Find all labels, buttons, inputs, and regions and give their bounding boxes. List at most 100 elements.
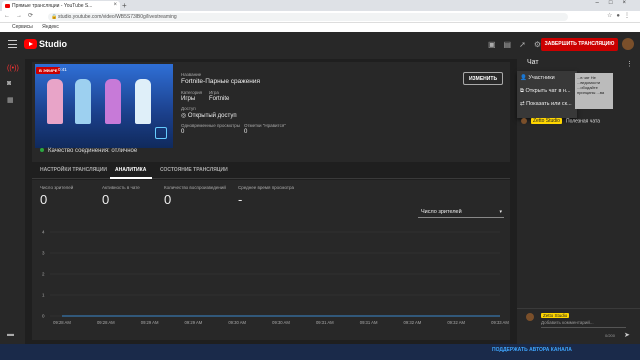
edit-button[interactable]: ИЗМЕНИТЬ [463, 72, 503, 85]
stat-value: - [238, 192, 243, 207]
preview-button [155, 127, 167, 139]
x-tick-label: 09:33 AM [491, 320, 509, 325]
nav-buttons[interactable]: ←→⟳ [4, 12, 39, 19]
browser-tab-title: Прямые трансляции - YouTube S... [12, 3, 93, 9]
studio-logo-text[interactable]: Studio [39, 39, 67, 49]
y-tick-label: 1 [42, 293, 45, 298]
metric-select-value: Число зрителей [421, 209, 462, 215]
bookmark-yandex[interactable]: Яндекс [42, 24, 59, 30]
preview-character [135, 79, 151, 124]
y-tick-label: 0 [42, 314, 45, 319]
chat-input[interactable]: Добавить комментарий... [541, 320, 626, 328]
stat-label: Среднее время просмотра [238, 185, 294, 190]
stat-value: 0 [40, 192, 48, 207]
quality-text: Качество соединения: отличное [48, 148, 138, 154]
new-tab-button[interactable]: + [122, 1, 127, 10]
x-tick-label: 09:31 AM [316, 320, 334, 325]
chat-message: Zetto Studio Полезная чата [521, 118, 601, 125]
live-stream-icon[interactable]: ((•)) [7, 65, 19, 72]
calendar-icon[interactable]: ▦ [7, 96, 14, 104]
tab-stream-settings[interactable]: НАСТРОЙКИ ТРАНСЛЯЦИИ [40, 167, 107, 173]
access-value: ◎ Открытый доступ [181, 112, 237, 119]
char-count: 0/200 [605, 333, 616, 338]
input-author-name: Zetto Studio [541, 313, 570, 318]
x-tick-label: 09:32 AM [447, 320, 465, 325]
bookmarks-bar: Сервисы Яндекс [0, 23, 640, 32]
author-name: Zetto Studio [531, 118, 562, 125]
game-label: Игра [209, 90, 219, 95]
close-tab-icon[interactable]: × [113, 2, 117, 8]
input-author: Zetto Studio [541, 313, 570, 318]
avatar [521, 118, 527, 124]
send-icon[interactable]: ➤ [624, 331, 630, 339]
hamburger-menu-icon[interactable] [8, 40, 17, 48]
menu-item-toggle[interactable]: ⇄ Показать или ск... [520, 101, 572, 107]
chat-tooltip: ...в чат Не ...ведомости ...ободайте при… [575, 73, 613, 109]
stat-value: 0 [164, 192, 172, 207]
support-banner-text[interactable]: ПОДДЕРЖАТЬ АВТОРА КАНАЛА [492, 347, 572, 353]
stream-preview[interactable] [35, 64, 173, 148]
preview-character [105, 79, 121, 124]
message-text: Полезная чата [565, 118, 601, 125]
x-tick-label: 09:32 AM [404, 320, 422, 325]
access-label: Доступ [181, 106, 196, 111]
x-tick-label: 09:30 AM [228, 320, 246, 325]
url-text: studio.youtube.com/video/WB5S73lB0g/live… [58, 14, 177, 20]
category-label: Категория [181, 90, 203, 95]
x-tick-label: 09:28 AM [97, 320, 115, 325]
kebab-menu-icon[interactable]: ⋮ [626, 60, 633, 68]
viewers-chart: 0 1 2 3 4 09:28 AM 09:28 AM 09:29 AM 09:29 AM 09:… [42, 230, 509, 326]
menu-item-popout[interactable]: ⧉ Открыть чат в н... [520, 88, 571, 95]
left-rail [0, 59, 25, 360]
likes-value: 0 [244, 129, 248, 135]
preview-character [75, 79, 91, 124]
y-tick-label: 2 [42, 272, 45, 277]
active-tab-indicator [110, 177, 152, 179]
viewers-label: Одновременные просмотры [181, 123, 240, 128]
end-stream-button[interactable]: ЗАВЕРШИТЬ ТРАНСЛЯЦИЮ [541, 38, 618, 51]
youtube-logo-icon[interactable] [24, 39, 37, 49]
extension-icons[interactable]: ☆●⋮ [607, 12, 634, 19]
lock-icon: 🔒 [51, 14, 58, 20]
tab-stream-health[interactable]: СОСТОЯНИЕ ТРАНСЛЯЦИИ [160, 167, 228, 173]
header-action-icons[interactable]: ▣▤➚⚙ [488, 40, 549, 49]
connection-quality: Качество соединения: отличное [40, 148, 137, 154]
live-badge: В ЭФИРЕ [36, 67, 61, 74]
y-tick-label: 3 [42, 251, 45, 256]
y-tick-label: 4 [42, 230, 45, 235]
globe-icon: ◎ [181, 113, 188, 119]
likes-label: Отметки "Нравится" [244, 123, 286, 128]
game-value: Fortnite [209, 96, 230, 102]
stat-label: Количество воспроизведений [164, 185, 226, 190]
stat-label: Активность в чате [102, 185, 140, 190]
stream-title: Fortnite-Парные сражения [181, 78, 260, 85]
stream-timer: 0:41 [58, 67, 67, 72]
x-tick-label: 09:29 AM [141, 320, 159, 325]
avatar [526, 313, 534, 321]
x-tick-label: 09:29 AM [185, 320, 203, 325]
menu-item-label: Показать или ск... [526, 101, 572, 107]
title-label: Название [181, 72, 202, 77]
category-value: Игры [181, 96, 196, 102]
x-tick-label: 09:30 AM [272, 320, 290, 325]
status-dot-icon [40, 148, 44, 152]
browser-tab[interactable]: Прямые трансляции - YouTube S... × [2, 1, 120, 11]
preview-character [47, 79, 63, 124]
x-tick-label: 09:28 AM [53, 320, 71, 325]
bookmark-services[interactable]: Сервисы [12, 24, 33, 30]
account-avatar[interactable] [622, 38, 634, 50]
feedback-icon[interactable]: ▬ [7, 331, 14, 338]
webcam-icon[interactable]: ◙ [7, 80, 11, 87]
x-tick-label: 09:31 AM [360, 320, 378, 325]
window-controls[interactable]: –□× [596, 0, 636, 6]
menu-item-label: Участники [528, 75, 555, 81]
menu-item-participants[interactable]: 👤 Участники [520, 75, 555, 81]
chat-title: Чат [527, 59, 539, 66]
stat-value: 0 [102, 192, 110, 207]
youtube-favicon-icon [5, 4, 10, 8]
tab-analytics[interactable]: АНАЛИТИКА [115, 167, 146, 173]
viewers-value: 0 [181, 129, 185, 135]
address-bar[interactable]: 🔒 studio.youtube.com/video/WB5S73lB0g/li… [48, 13, 568, 21]
access-text: Открытый доступ [187, 113, 237, 119]
metric-select[interactable]: Число зрителей ▾ [418, 207, 504, 218]
